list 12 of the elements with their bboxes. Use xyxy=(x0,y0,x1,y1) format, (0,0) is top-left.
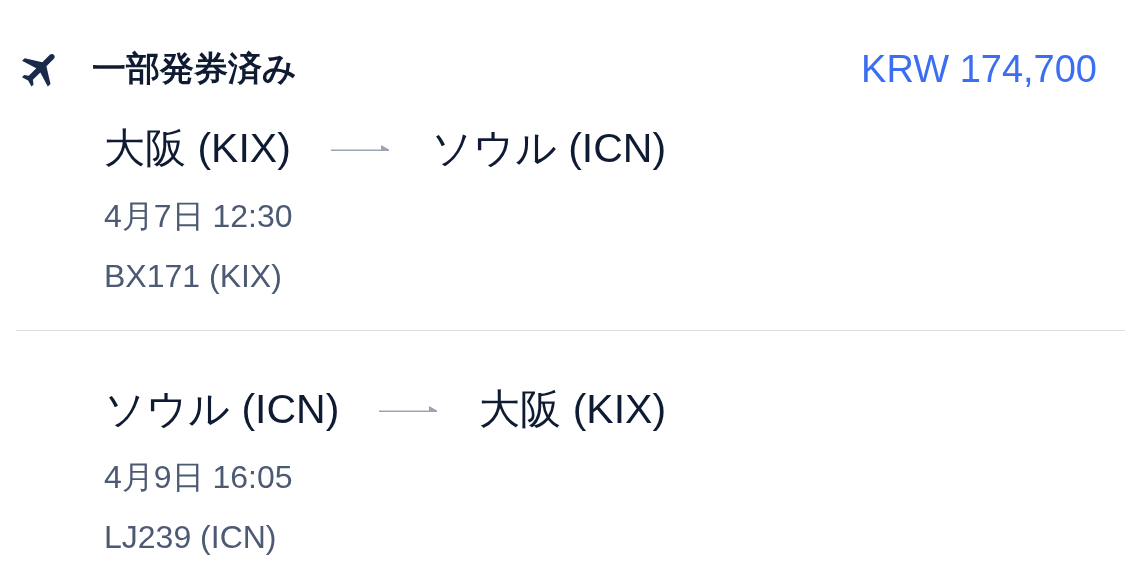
destination-city: ソウル (ICN) xyxy=(430,123,667,173)
flight-number: BX171 (KIX) xyxy=(104,257,283,296)
origin-city: 大阪 (KIX) xyxy=(104,123,291,173)
arrow-icon xyxy=(379,403,440,415)
price: KRW 174,700 xyxy=(861,47,1097,91)
departure-time: 4月9日 16:05 xyxy=(104,458,294,497)
origin-city: ソウル (ICN) xyxy=(104,384,340,434)
arrow-icon xyxy=(330,142,391,154)
ticket-status: 一部発券済み xyxy=(92,48,298,89)
destination-city: 大阪 (KIX) xyxy=(479,384,667,434)
flight-number: LJ239 (ICN) xyxy=(104,518,278,557)
departure-time: 4月7日 12:30 xyxy=(104,197,294,236)
